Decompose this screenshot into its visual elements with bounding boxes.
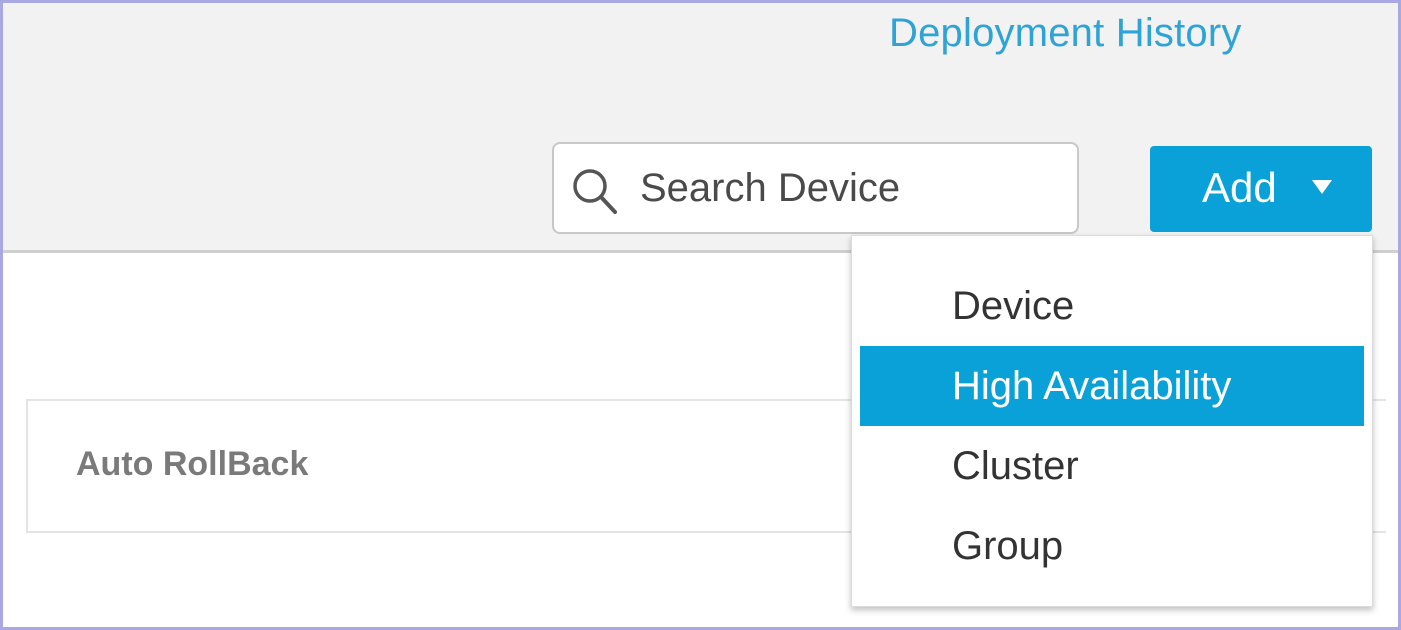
menu-item-cluster[interactable]: Cluster: [860, 426, 1364, 506]
menu-item-high-availability[interactable]: High Availability: [860, 346, 1364, 426]
add-dropdown-menu: Device High Availability Cluster Group: [851, 235, 1373, 607]
add-button[interactable]: Add: [1150, 146, 1372, 232]
search-input[interactable]: [640, 162, 1060, 214]
search-box[interactable]: [552, 142, 1079, 234]
add-button-label: Add: [1202, 164, 1277, 211]
toolbar: Deployment History Add: [3, 3, 1398, 253]
app-frame: Deployment History Add Auto RollBack Dev…: [0, 0, 1401, 630]
caret-down-icon: [1312, 180, 1332, 194]
menu-item-group[interactable]: Group: [860, 506, 1364, 586]
column-header-auto-rollback[interactable]: Auto RollBack: [76, 445, 308, 484]
search-icon: [573, 169, 617, 214]
deployment-history-link[interactable]: Deployment History: [889, 11, 1242, 56]
menu-item-device[interactable]: Device: [860, 266, 1364, 346]
